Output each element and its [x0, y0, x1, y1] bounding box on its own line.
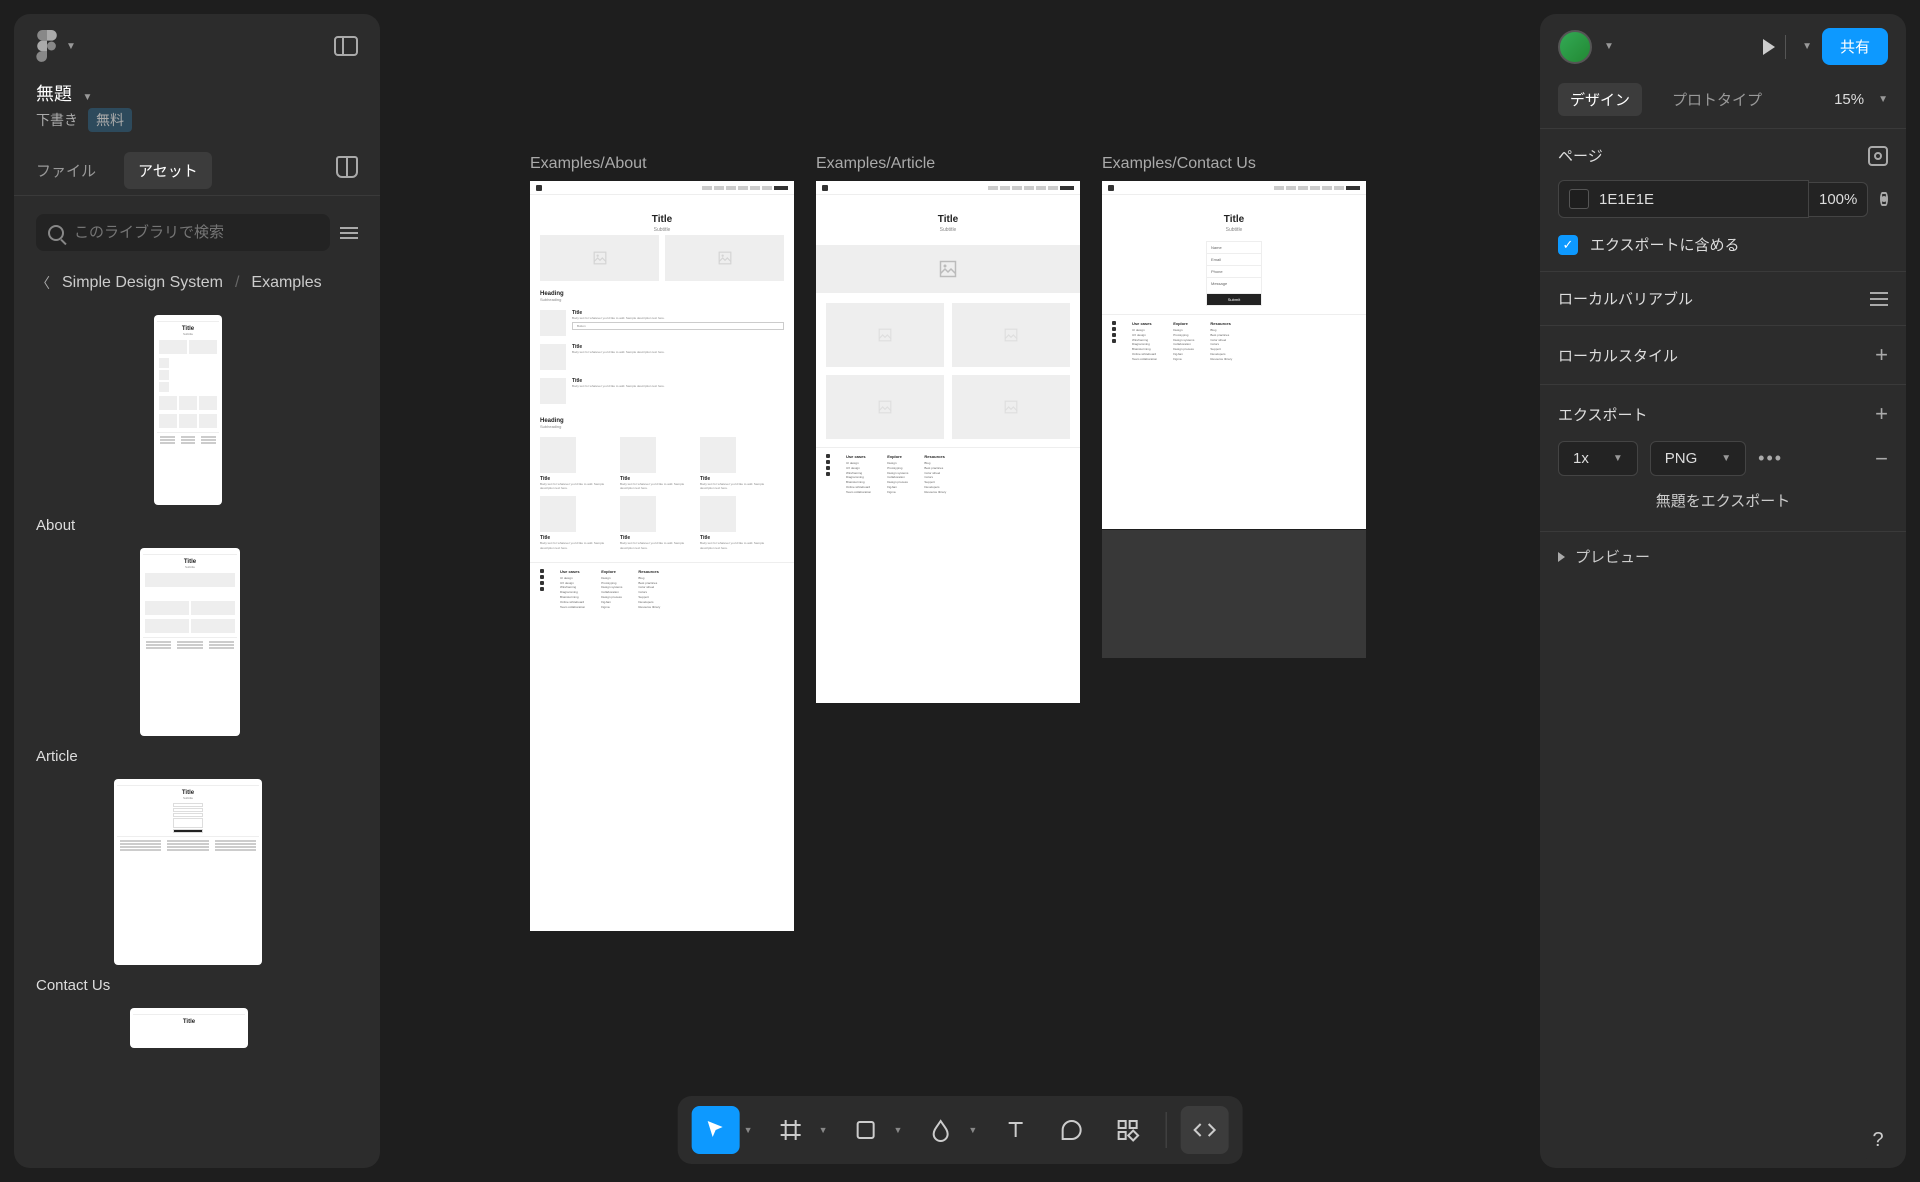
tab-prototype[interactable]: プロトタイプ [1660, 83, 1774, 116]
export-button[interactable]: 無題をエクスポート [1558, 476, 1888, 515]
asset-item-article[interactable]: TitleSubtitle Article [36, 548, 358, 765]
tab-asset[interactable]: アセット [124, 152, 212, 189]
search-icon [48, 225, 64, 241]
color-swatch[interactable] [1569, 189, 1589, 209]
plus-icon[interactable]: + [1875, 401, 1888, 427]
asset-thumb: TitleSubtitle [114, 779, 262, 965]
zoom-value: 15% [1834, 91, 1864, 108]
shape-tool[interactable] [842, 1106, 890, 1154]
chevron-down-icon[interactable]: ▼ [894, 1125, 903, 1135]
avatar[interactable] [1558, 30, 1592, 64]
free-badge: 無料 [88, 108, 132, 132]
export-format-select[interactable]: PNG▼ [1650, 441, 1746, 476]
library-icon[interactable] [336, 156, 358, 178]
triangle-right-icon [1558, 552, 1565, 562]
asset-thumb: Title [130, 1008, 248, 1048]
local-variables-label[interactable]: ローカルバリアブル [1558, 288, 1693, 309]
chevron-down-icon[interactable]: ▼ [1604, 41, 1614, 52]
left-panel: ▼ 無題 ▼ 下書き 無料 ファイル アセット 〈 Simple Design … [14, 14, 380, 1168]
include-export-label: エクスポートに含める [1590, 234, 1740, 255]
asset-label: Article [36, 748, 358, 765]
chevron-down-icon[interactable]: ▼ [819, 1125, 828, 1135]
tab-design[interactable]: デザイン [1558, 83, 1642, 116]
search-input[interactable] [74, 224, 318, 241]
toolbar: ▼ ▼ ▼ ▼ [678, 1096, 1243, 1164]
back-icon[interactable]: 〈 [36, 273, 50, 293]
frame-label[interactable]: Examples/Article [816, 155, 1080, 173]
sliders-icon[interactable] [1870, 290, 1888, 308]
frame-label[interactable]: Examples/Contact Us [1102, 155, 1366, 173]
opacity-input[interactable]: 100% [1809, 182, 1868, 217]
pen-tool[interactable] [916, 1106, 964, 1154]
chevron-down-icon[interactable]: ▼ [1802, 41, 1812, 52]
preview-toggle[interactable]: プレビュー [1540, 532, 1906, 581]
frame-contact[interactable]: Examples/Contact Us TitleSubtitle Name E… [1102, 155, 1366, 529]
asset-thumb: TitleSubtitle [154, 315, 222, 505]
share-button[interactable]: 共有 [1822, 28, 1888, 65]
frame-about[interactable]: Examples/About TitleSubtitle HeadingSubh… [530, 155, 794, 931]
text-tool[interactable] [991, 1106, 1039, 1154]
minus-icon[interactable]: − [1875, 446, 1888, 472]
comment-tool[interactable] [1047, 1106, 1095, 1154]
dev-mode-toggle[interactable] [1180, 1106, 1228, 1154]
plus-icon[interactable]: + [1875, 342, 1888, 368]
breadcrumb-separator: / [235, 274, 239, 292]
move-tool[interactable] [692, 1106, 740, 1154]
frame-body[interactable]: TitleSubtitle Use casesUI designUX desig… [816, 181, 1080, 703]
frame-contact-overflow[interactable] [1102, 530, 1366, 658]
panel-toggle-icon[interactable] [334, 36, 358, 56]
asset-item-about[interactable]: TitleSubtitle About [36, 315, 358, 534]
asset-label: About [36, 517, 358, 534]
frame-article[interactable]: Examples/Article TitleSubtitle Use cases… [816, 155, 1080, 703]
breadcrumb-leaf[interactable]: Examples [251, 274, 321, 292]
tab-file[interactable]: ファイル [36, 148, 96, 193]
chevron-down-icon: ▼ [66, 41, 76, 52]
include-export-checkbox[interactable]: ✓ [1558, 235, 1578, 255]
chevron-down-icon[interactable]: ▼ [82, 92, 92, 103]
separator [1165, 1112, 1166, 1148]
filter-icon[interactable] [340, 224, 358, 242]
figma-logo-icon [36, 30, 60, 62]
frame-tool[interactable] [767, 1106, 815, 1154]
actions-tool[interactable] [1103, 1106, 1151, 1154]
zoom-control[interactable]: 15% ▼ [1834, 91, 1888, 108]
breadcrumb-root[interactable]: Simple Design System [62, 274, 223, 292]
play-icon[interactable] [1763, 39, 1775, 55]
frame-label[interactable]: Examples/About [530, 155, 794, 173]
asset-thumb: TitleSubtitle [140, 548, 240, 736]
chevron-down-icon[interactable]: ▼ [968, 1125, 977, 1135]
theme-icon[interactable] [1868, 146, 1888, 166]
chevron-down-icon: ▼ [1878, 94, 1888, 105]
asset-item-more[interactable]: Title [36, 1008, 358, 1048]
more-icon[interactable]: ••• [1758, 448, 1783, 469]
help-button[interactable]: ? [1856, 1118, 1900, 1162]
breadcrumb: 〈 Simple Design System / Examples [14, 251, 380, 301]
page-label: ページ [1558, 145, 1603, 166]
chevron-down-icon[interactable]: ▼ [744, 1125, 753, 1135]
export-label[interactable]: エクスポート [1558, 404, 1648, 425]
color-hex-input[interactable] [1599, 191, 1798, 208]
frame-body[interactable]: TitleSubtitle HeadingSubheading TitleBod… [530, 181, 794, 931]
frame-body[interactable]: TitleSubtitle Name Email Phone Message S… [1102, 181, 1366, 529]
separator [1785, 35, 1786, 59]
export-scale-select[interactable]: 1x▼ [1558, 441, 1638, 476]
figma-menu[interactable]: ▼ [36, 30, 76, 62]
right-panel: ▼ ▼ 共有 デザイン プロトタイプ 15% ▼ ページ 100% [1540, 14, 1906, 1168]
draft-label[interactable]: 下書き [36, 110, 78, 130]
bg-color-input[interactable] [1558, 180, 1809, 218]
asset-item-contact[interactable]: TitleSubtitle Contact Us [36, 779, 358, 994]
file-title[interactable]: 無題 [36, 80, 72, 106]
visibility-icon[interactable] [1880, 192, 1888, 206]
asset-label: Contact Us [36, 977, 358, 994]
search-box[interactable] [36, 214, 330, 251]
local-styles-label[interactable]: ローカルスタイル [1558, 345, 1678, 366]
